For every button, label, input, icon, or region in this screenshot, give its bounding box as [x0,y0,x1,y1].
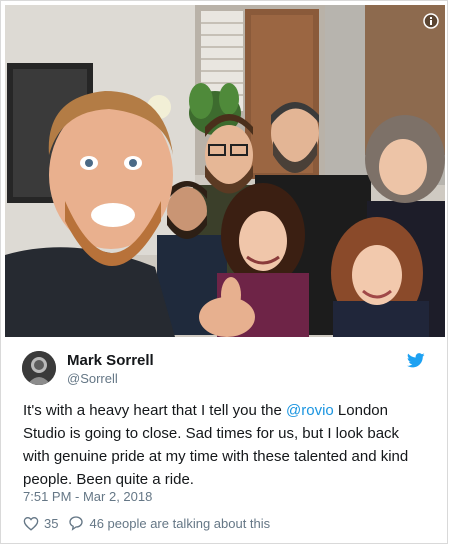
conversation-link[interactable]: 46 people are talking about this [89,516,270,531]
group-selfie-image [5,5,445,337]
like-count[interactable]: 35 [44,516,58,531]
info-icon[interactable] [423,13,439,29]
mention-link[interactable]: @rovio [286,402,334,419]
tweet-timestamp[interactable]: 7:51 PM - Mar 2, 2018 [23,489,152,504]
embedded-tweet-card: Mark Sorrell @Sorrell It's with a heavy … [0,0,448,544]
tweet-text: It's with a heavy heart that I tell you … [23,399,423,491]
heart-icon[interactable] [23,516,39,531]
author-avatar[interactable] [22,351,56,385]
avatar-image [22,351,56,385]
tweet-text-start: It's with a heavy heart that I tell you … [23,402,287,419]
tweet-photo[interactable] [5,5,445,337]
tweet-actions: 35 46 people are talking about this [23,513,270,533]
speech-bubble-icon[interactable] [68,515,84,531]
author-name[interactable]: Mark Sorrell [67,352,154,369]
author-handle[interactable]: @Sorrell [67,371,118,386]
twitter-bird-icon[interactable] [407,353,425,368]
